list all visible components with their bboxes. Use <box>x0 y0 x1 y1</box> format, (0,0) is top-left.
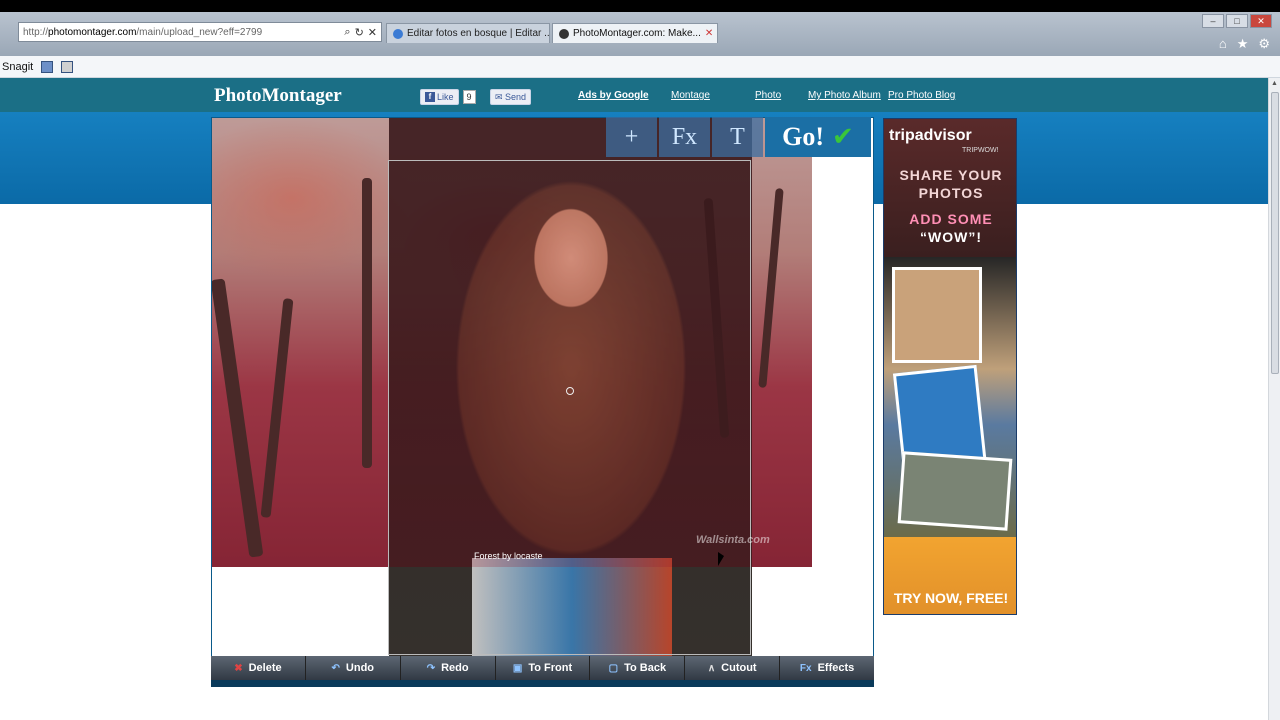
facebook-icon: f <box>425 92 435 102</box>
close-window-icon[interactable]: ✕ <box>1250 14 1272 28</box>
refresh-icon[interactable]: ↻ <box>355 26 364 39</box>
try-now-button[interactable]: TRY NOW, FREE! <box>884 590 1016 606</box>
window-controls: – □ ✕ <box>1202 14 1272 28</box>
ad-photos <box>884 257 1016 537</box>
to-back-icon: ▢ <box>608 662 619 674</box>
ad-photo-friends <box>892 267 982 363</box>
ad-line-3: ADD SOME <box>909 211 993 227</box>
add-text-button[interactable]: T <box>712 117 763 157</box>
snagit-label: Snagit <box>2 60 34 73</box>
to-back-button[interactable]: ▢ To Back <box>590 656 686 680</box>
nav-my-photo-album[interactable]: My Photo Album <box>808 90 881 101</box>
like-label: Like <box>437 92 454 102</box>
cutout-button[interactable]: ∧ Cutout <box>685 656 781 680</box>
cutout-icon: ∧ <box>707 662 716 674</box>
nav-montage[interactable]: Montage <box>671 90 710 101</box>
undo-icon: ↶ <box>331 662 340 674</box>
delete-icon: ✖ <box>234 662 243 674</box>
mouse-cursor-icon <box>718 552 724 566</box>
rotate-handle[interactable] <box>566 387 574 395</box>
stop-icon[interactable]: ✕ <box>368 26 377 39</box>
editor-action-bar: ✖ Delete ↶ Undo ↷ Redo ▣ To Front ▢ To Back ∧… <box>211 656 874 680</box>
browser-icons: ⌂ ★ ⚙ <box>1219 36 1270 52</box>
ad-line-4: “WOW”! <box>920 229 982 245</box>
snagit-toolbar: Snagit <box>0 56 1280 78</box>
add-layer-button[interactable]: + <box>606 117 657 157</box>
ad-line-2: PHOTOS <box>918 185 984 201</box>
tab-label: Editar fotos en bosque | Editar ... <box>407 28 550 39</box>
tripadvisor-logo: tripadvisor <box>889 127 972 144</box>
ad-line-1: SHARE YOUR <box>899 167 1003 183</box>
forest-caption: Forest by locaste <box>474 551 543 561</box>
ad-header: tripadvisor TRIPWOW! SHARE YOUR PHOTOS A… <box>884 119 1016 257</box>
tab-label: PhotoMontager.com: Make... <box>573 28 701 39</box>
effects-fx-button[interactable]: Fx <box>659 117 710 157</box>
ad-photo-mountain <box>897 451 1013 531</box>
scroll-thumb[interactable] <box>1271 92 1279 374</box>
tripwow-label: TRIPWOW! <box>962 147 999 154</box>
effects-label: Effects <box>817 662 855 674</box>
facebook-like[interactable]: f Like 9 <box>420 89 476 105</box>
ad-footer: TRY NOW, FREE! <box>884 537 1016 614</box>
fx-icon: Fx <box>799 662 812 674</box>
facebook-send-button[interactable]: ✉ Send <box>490 89 532 105</box>
page-scrollbar[interactable]: ▲ <box>1268 78 1280 720</box>
to-front-icon: ▣ <box>512 662 523 674</box>
scroll-up-icon[interactable]: ▲ <box>1271 80 1278 87</box>
close-tab-icon[interactable]: ✕ <box>705 28 713 39</box>
editor-tools: + Fx T Go! ✔ <box>606 117 871 157</box>
go-label: Go! <box>782 122 825 151</box>
snagit-capture-icon[interactable] <box>41 60 54 73</box>
cutout-label: Cutout <box>721 662 757 674</box>
editor-bottom-edge <box>211 680 874 687</box>
to-back-label: To Back <box>624 662 667 674</box>
home-icon[interactable]: ⌂ <box>1219 36 1227 52</box>
send-label: Send <box>505 92 527 102</box>
gear-icon[interactable]: ⚙ <box>1258 36 1270 52</box>
tripadvisor-ad[interactable]: i tripadvisor TRIPWOW! SHARE YOUR PHOTOS… <box>883 118 1017 615</box>
maximize-icon[interactable]: □ <box>1226 14 1248 28</box>
delete-button[interactable]: ✖ Delete <box>211 656 306 680</box>
like-count: 9 <box>462 90 476 104</box>
effects-button[interactable]: Fx Effects <box>780 656 874 680</box>
nav-pro-photo-blog[interactable]: Pro Photo Blog <box>888 90 955 101</box>
site-favicon-icon <box>559 28 569 39</box>
site-logo[interactable]: PhotoMontager <box>214 85 342 107</box>
ie-favicon-icon <box>393 28 403 39</box>
to-front-button[interactable]: ▣ To Front <box>496 656 591 680</box>
minimize-icon[interactable]: – <box>1202 14 1224 28</box>
redo-icon: ↷ <box>426 662 436 674</box>
nav-ads-by-google[interactable]: Ads by Google <box>578 90 649 101</box>
favorites-star-icon[interactable]: ★ <box>1237 36 1249 52</box>
top-strip <box>0 0 1280 12</box>
watermark: Wallsinta.com <box>696 534 770 546</box>
redo-label: Redo <box>441 662 469 674</box>
selection-box[interactable] <box>388 160 751 655</box>
go-button[interactable]: Go! ✔ <box>765 117 871 157</box>
checkmark-icon: ✔ <box>832 122 854 152</box>
nav-photo[interactable]: Photo <box>755 90 781 101</box>
undo-label: Undo <box>345 662 375 674</box>
delete-label: Delete <box>248 662 282 674</box>
tab-photomontager[interactable]: PhotoMontager.com: Make... ✕ <box>552 23 718 43</box>
address-bar[interactable]: http://photomontager.com/main/upload_new… <box>18 22 382 42</box>
montage-canvas[interactable]: Forest by locaste Wallsinta.com <box>211 117 874 687</box>
redo-button[interactable]: ↷ Redo <box>401 656 496 680</box>
screen: http://photomontager.com/main/upload_new… <box>0 0 1280 720</box>
snagit-editor-icon[interactable] <box>61 60 74 73</box>
to-front-label: To Front <box>528 662 573 674</box>
tab-editar-fotos[interactable]: Editar fotos en bosque | Editar ... <box>386 23 550 43</box>
undo-button[interactable]: ↶ Undo <box>306 656 401 680</box>
address-url: http://photomontager.com/main/upload_new… <box>23 26 263 38</box>
search-icon[interactable]: ⌕ <box>344 26 350 39</box>
